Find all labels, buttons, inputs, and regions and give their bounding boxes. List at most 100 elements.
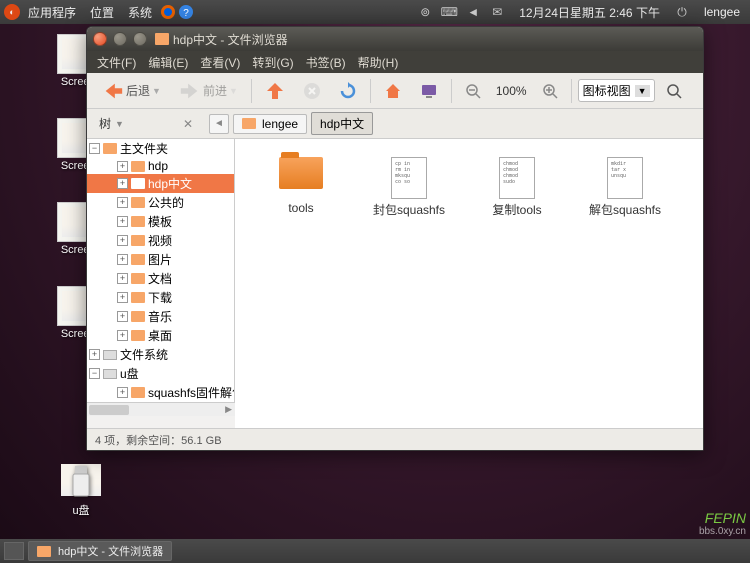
reload-button[interactable] xyxy=(332,78,364,104)
stop-button[interactable] xyxy=(296,78,328,104)
back-button[interactable]: 后退 ▼ xyxy=(95,76,168,106)
tree-item-10[interactable]: + 桌面 xyxy=(87,326,234,345)
taskbar-file-manager[interactable]: hdp中文 - 文件浏览器 xyxy=(28,541,172,561)
watermark: FEPIN bbs.0xy.cn xyxy=(699,510,746,537)
breadcrumb-current[interactable]: hdp中文 xyxy=(311,112,373,135)
path-back-button[interactable]: ◄ xyxy=(209,114,229,134)
tree-item-1[interactable]: +hdp xyxy=(87,158,234,174)
zoom-out-button[interactable] xyxy=(458,79,488,103)
sidebar-tree[interactable]: −主文件夹+hdp+hdp中文+公共的+模板+视频+图片+文档+下载+音乐+桌面… xyxy=(87,139,235,402)
expander-icon[interactable]: + xyxy=(117,178,128,189)
help-icon[interactable]: ? xyxy=(178,4,194,20)
menu-go[interactable]: 转到(G) xyxy=(248,52,297,73)
expander-icon[interactable]: − xyxy=(89,143,100,154)
back-arrow-icon xyxy=(102,80,124,102)
folder-icon xyxy=(131,161,145,172)
forward-button[interactable]: 前进 ▼ xyxy=(172,76,245,106)
file-item-1[interactable]: cp inrm inmksquco so封包squashfs xyxy=(355,151,463,224)
tree-item-label: 图片 xyxy=(148,251,172,268)
tree-scrollbar[interactable]: ▶ xyxy=(87,402,235,416)
forward-arrow-icon xyxy=(179,80,201,102)
tree-item-label: 桌面 xyxy=(148,327,172,344)
script-icon: chmodchmodchmodsudo xyxy=(499,157,535,199)
sidepanel-mode[interactable]: 树 xyxy=(99,115,111,132)
search-button[interactable] xyxy=(659,79,689,103)
tree-item-4[interactable]: + 模板 xyxy=(87,212,234,231)
drive-icon xyxy=(103,369,117,379)
menu-file[interactable]: 文件(F) xyxy=(93,52,140,73)
tree-item-8[interactable]: +下载 xyxy=(87,288,234,307)
menu-system[interactable]: 系统 xyxy=(122,4,158,21)
tree-item-label: 公共的 xyxy=(148,194,184,211)
mail-icon[interactable]: ✉ xyxy=(489,4,505,20)
pathbar: 树 ▼ ✕ ◄ lengee hdp中文 xyxy=(87,109,703,139)
expander-icon[interactable]: + xyxy=(117,311,128,322)
view-mode-select[interactable]: 图标视图 ▼ xyxy=(578,79,655,102)
folder-icon xyxy=(279,157,323,189)
tree-item-11[interactable]: + 文件系统 xyxy=(87,345,234,364)
tree-item-label: 模板 xyxy=(148,213,172,230)
zoom-in-button[interactable] xyxy=(535,79,565,103)
menu-view[interactable]: 查看(V) xyxy=(196,52,244,73)
tree-item-12[interactable]: −u盘 xyxy=(87,364,234,383)
ubuntu-logo-icon[interactable]: ◐ xyxy=(4,4,20,20)
menu-bookmarks[interactable]: 书签(B) xyxy=(302,52,350,73)
tree-item-3[interactable]: + 公共的 xyxy=(87,193,234,212)
expander-icon[interactable]: + xyxy=(89,349,100,360)
file-item-2[interactable]: chmodchmodchmodsudo 复制tools xyxy=(463,151,571,224)
tree-item-label: hdp中文 xyxy=(148,175,192,192)
menu-places[interactable]: 位置 xyxy=(84,4,120,21)
script-icon: cp inrm inmksquco so xyxy=(391,157,427,199)
firefox-icon[interactable] xyxy=(160,4,176,20)
file-item-3[interactable]: mkdirtar xunsqu解包squashfs xyxy=(571,151,679,224)
maximize-button[interactable] xyxy=(133,32,147,46)
expander-icon[interactable]: + xyxy=(117,216,128,227)
expander-icon[interactable]: + xyxy=(117,161,128,172)
expander-icon[interactable]: + xyxy=(117,254,128,265)
expander-icon[interactable]: + xyxy=(117,197,128,208)
drive-icon xyxy=(103,350,117,360)
search-icon xyxy=(666,83,682,99)
window-title: hdp中文 - 文件浏览器 xyxy=(173,31,288,48)
close-button[interactable] xyxy=(93,32,107,46)
titlebar[interactable]: hdp中文 - 文件浏览器 xyxy=(87,27,703,51)
tree-item-13[interactable]: + squashfs固件解包封包 xyxy=(87,383,234,402)
user-menu[interactable]: lengee xyxy=(698,5,746,19)
expander-icon[interactable]: − xyxy=(89,368,100,379)
tree-item-2[interactable]: + hdp中文 xyxy=(87,174,234,193)
expander-icon[interactable]: + xyxy=(117,273,128,284)
home-button[interactable] xyxy=(377,78,409,104)
tree-item-7[interactable]: + 文档 xyxy=(87,269,234,288)
menu-edit[interactable]: 编辑(E) xyxy=(144,52,192,73)
expander-icon[interactable]: + xyxy=(117,330,128,341)
tree-item-label: 文档 xyxy=(148,270,172,287)
icon-view[interactable]: toolscp inrm inmksquco so封包squashfschmod… xyxy=(235,139,703,428)
tree-item-0[interactable]: −主文件夹 xyxy=(87,139,234,158)
tree-item-6[interactable]: + 图片 xyxy=(87,250,234,269)
menu-help[interactable]: 帮助(H) xyxy=(354,52,403,73)
expander-icon[interactable]: + xyxy=(117,292,128,303)
power-icon[interactable]: ⏻ xyxy=(674,4,690,20)
keyboard-icon[interactable]: ⌨ xyxy=(441,4,457,20)
expander-icon[interactable]: + xyxy=(117,235,128,246)
tree-item-label: squashfs固件解包封包 xyxy=(148,384,235,401)
reload-icon xyxy=(339,82,357,100)
up-button[interactable] xyxy=(258,77,292,105)
file-label: 复制tools xyxy=(465,201,569,218)
menu-applications[interactable]: 应用程序 xyxy=(22,4,82,21)
tree-item-9[interactable]: +音乐 xyxy=(87,307,234,326)
sound-icon[interactable]: ◄ xyxy=(465,4,481,20)
minimize-button[interactable] xyxy=(113,32,127,46)
close-sidepanel-button[interactable]: ✕ xyxy=(183,117,201,131)
desktop-usb-drive[interactable]: u盘 xyxy=(48,460,114,518)
file-label: tools xyxy=(249,201,353,215)
computer-button[interactable] xyxy=(413,78,445,104)
clock[interactable]: 12月24日星期五 2:46 下午 xyxy=(513,4,666,21)
breadcrumb-lengee[interactable]: lengee xyxy=(233,114,307,134)
tree-item-5[interactable]: +视频 xyxy=(87,231,234,250)
network-icon[interactable]: ⊚ xyxy=(417,4,433,20)
tree-item-label: 文件系统 xyxy=(120,346,168,363)
expander-icon[interactable]: + xyxy=(117,387,128,398)
show-desktop-button[interactable] xyxy=(4,542,24,560)
file-item-0[interactable]: tools xyxy=(247,151,355,224)
